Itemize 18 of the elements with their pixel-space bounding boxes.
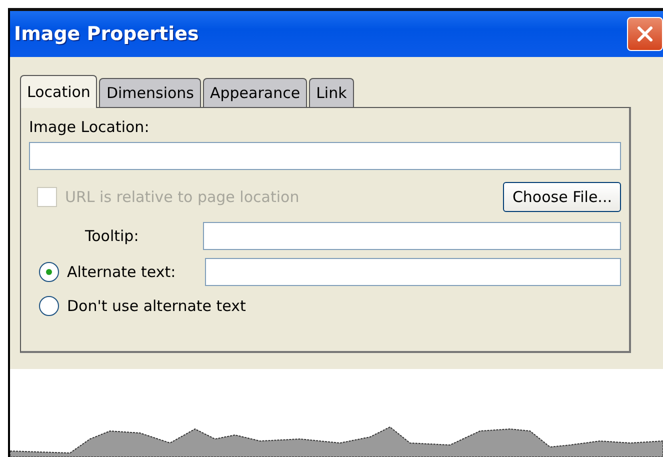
close-button[interactable]: [627, 17, 663, 51]
window-title: Image Properties: [14, 23, 199, 45]
alternate-text-field[interactable]: [205, 258, 621, 286]
image-location-field[interactable]: [29, 142, 621, 170]
choose-file-button[interactable]: Choose File...: [503, 182, 621, 212]
radio-button[interactable]: [39, 262, 59, 282]
field-label: Image Location:: [29, 118, 150, 136]
checkbox-label: URL is relative to page location: [65, 188, 300, 206]
radio-label: Alternate text:: [67, 263, 177, 281]
tab[interactable]: Location: [20, 75, 98, 108]
tab[interactable]: Dimensions: [99, 78, 201, 107]
tab[interactable]: Appearance: [203, 78, 308, 107]
radio-button[interactable]: [39, 296, 59, 316]
close-icon: [636, 25, 654, 43]
radio-label: Don't use alternate text: [67, 297, 246, 315]
tab[interactable]: Link: [309, 78, 354, 107]
field-label: Tooltip:: [84, 227, 140, 245]
tooltip-field[interactable]: [203, 222, 621, 250]
